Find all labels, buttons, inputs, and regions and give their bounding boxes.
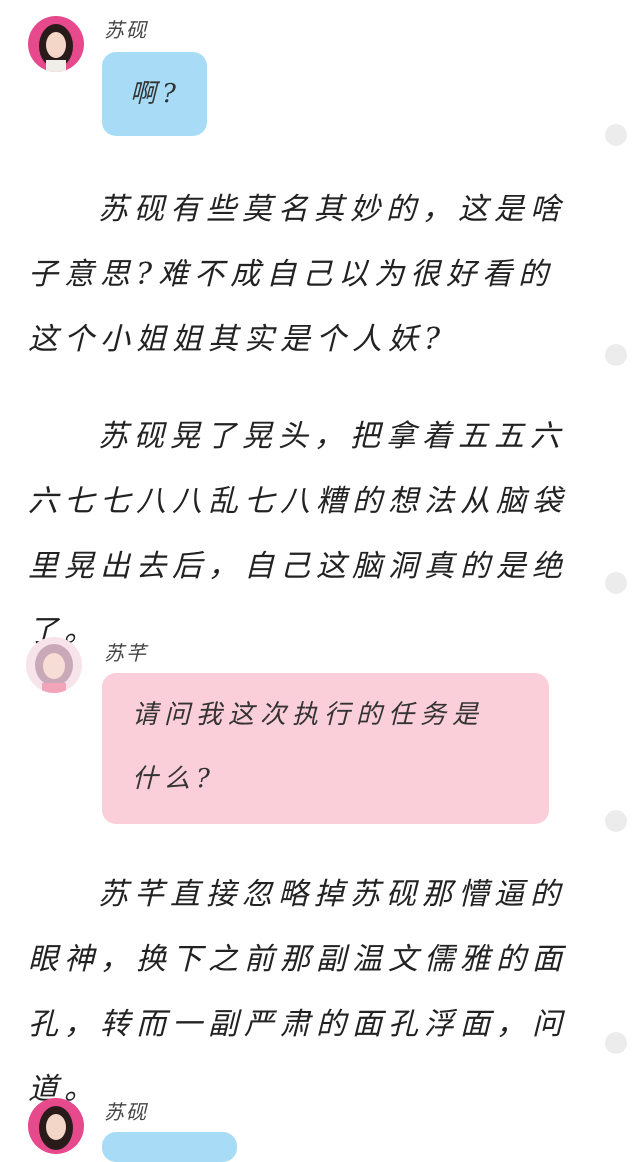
- chat-bubble[interactable]: [102, 1132, 237, 1162]
- scroll-marker[interactable]: [605, 344, 627, 366]
- chat-bubble-text: 请问我这次执行的任务是: [132, 700, 485, 730]
- chat-bubble-text: 啊?: [130, 79, 182, 109]
- scroll-marker[interactable]: [605, 810, 627, 832]
- chat-bubble[interactable]: 啊?: [102, 52, 207, 136]
- avatar-su-yan[interactable]: [28, 16, 84, 72]
- narrative-paragraph: 苏砚有些莫名其妙的，这是啥子意思?难不成自己以为很好看的这个小姐姐其实是个人妖?: [28, 192, 566, 357]
- avatar-su-yan[interactable]: [28, 1098, 84, 1154]
- narrative-paragraph: 苏砚晃了晃头，把拿着五五六六七七八八乱七八糟的想法从脑袋里晃出去后，自己这脑洞真…: [28, 419, 568, 649]
- narrative-paragraph: 苏芊直接忽略掉苏砚那懵逼的眼神，换下之前那副温文儒雅的面孔，转而一副严肃的面孔浮…: [28, 877, 568, 1107]
- scroll-marker[interactable]: [605, 572, 627, 594]
- sender-name: 苏砚: [104, 1100, 148, 1124]
- sender-name: 苏芊: [104, 641, 148, 665]
- sender-name: 苏砚: [104, 18, 148, 42]
- avatar-su-qian[interactable]: [26, 637, 82, 693]
- scroll-marker[interactable]: [605, 1032, 627, 1054]
- chat-bubble[interactable]: 请问我这次执行的任务是 什么?: [102, 673, 549, 824]
- scroll-marker[interactable]: [605, 124, 627, 146]
- chat-bubble-text: 什么?: [132, 764, 216, 794]
